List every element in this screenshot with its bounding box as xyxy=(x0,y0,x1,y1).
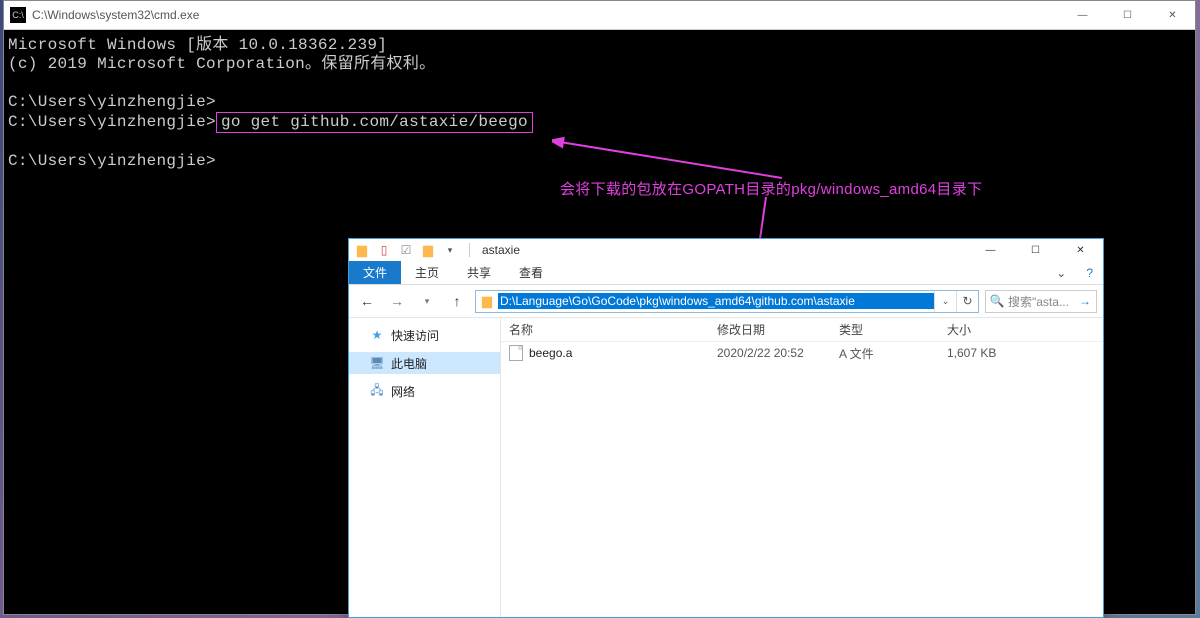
separator xyxy=(469,243,470,257)
file-name: beego.a xyxy=(529,346,572,360)
recent-dropdown[interactable]: ▾ xyxy=(415,296,439,307)
search-go-icon[interactable]: → xyxy=(1074,294,1096,308)
ribbon-share-tab[interactable]: 共享 xyxy=(453,261,505,284)
quick-access-toolbar: ▆ ▯ ☑ ▆ ▾ xyxy=(349,242,463,258)
cmd-prompt: C:\Users\yinzhengjie> xyxy=(8,152,1191,171)
explorer-title: astaxie xyxy=(482,243,520,257)
ribbon-file-tab[interactable]: 文件 xyxy=(349,261,401,284)
sidebar: ★ 快速访问 🖥 此电脑 🖧 网络 xyxy=(349,318,501,617)
explorer-window: ▆ ▯ ☑ ▆ ▾ astaxie — ☐ ✕ 文件 主页 共享 查看 ⌄ ? … xyxy=(348,238,1104,618)
sidebar-this-pc[interactable]: 🖥 此电脑 xyxy=(349,352,500,374)
search-icon: 🔍 xyxy=(986,294,1008,308)
search-placeholder: 搜索"asta... xyxy=(1008,293,1074,310)
file-size: 1,607 KB xyxy=(939,346,1039,360)
highlighted-command: go get github.com/astaxie/beego xyxy=(216,112,533,133)
col-size[interactable]: 大小 xyxy=(939,321,1039,338)
cmd-title: C:\Windows\system32\cmd.exe xyxy=(32,8,1060,22)
nav-row: ← → ▾ ↑ ▆ D:\Language\Go\GoCode\pkg\wind… xyxy=(349,285,1103,317)
sidebar-network[interactable]: 🖧 网络 xyxy=(349,380,500,402)
folder-icon: ▆ xyxy=(419,242,437,258)
file-row[interactable]: beego.a 2020/2/22 20:52 A 文件 1,607 KB xyxy=(501,342,1103,364)
file-date: 2020/2/22 20:52 xyxy=(709,346,831,360)
file-icon xyxy=(509,345,523,361)
pc-icon: 🖥 xyxy=(369,356,385,370)
star-icon: ★ xyxy=(369,328,385,342)
back-button[interactable]: ← xyxy=(355,293,379,309)
cmd-window-controls: — ☐ ✕ xyxy=(1060,1,1195,29)
refresh-icon[interactable]: ↻ xyxy=(956,291,978,312)
col-date[interactable]: 修改日期 xyxy=(709,321,831,338)
cmd-output-line: (c) 2019 Microsoft Corporation。保留所有权利。 xyxy=(8,55,1191,74)
column-headers: 名称 修改日期 类型 大小 xyxy=(501,318,1103,342)
ribbon-help-icon[interactable]: ? xyxy=(1076,261,1103,284)
forward-button[interactable]: → xyxy=(385,293,409,309)
close-button[interactable]: ✕ xyxy=(1058,239,1103,261)
address-bar[interactable]: ▆ D:\Language\Go\GoCode\pkg\windows_amd6… xyxy=(475,290,979,313)
qat-dropdown[interactable]: ▾ xyxy=(441,245,459,256)
col-name[interactable]: 名称 xyxy=(501,321,709,338)
annotation-text: 会将下载的包放在GOPATH目录的pkg/windows_amd64目录下 xyxy=(560,180,982,199)
sidebar-label: 网络 xyxy=(391,383,415,400)
network-icon: 🖧 xyxy=(369,381,385,402)
qat-item[interactable]: ▯ xyxy=(375,243,393,257)
maximize-button[interactable]: ☐ xyxy=(1013,239,1058,261)
explorer-titlebar[interactable]: ▆ ▯ ☑ ▆ ▾ astaxie — ☐ ✕ xyxy=(349,239,1103,261)
sidebar-label: 快速访问 xyxy=(391,327,439,344)
minimize-button[interactable]: — xyxy=(968,239,1013,261)
search-box[interactable]: 🔍 搜索"asta... → xyxy=(985,290,1097,313)
sidebar-quick-access[interactable]: ★ 快速访问 xyxy=(349,324,500,346)
maximize-button[interactable]: ☐ xyxy=(1105,1,1150,29)
sidebar-label: 此电脑 xyxy=(391,355,427,372)
explorer-window-controls: — ☐ ✕ xyxy=(968,239,1103,261)
cmd-prompt: C:\Users\yinzhengjie> xyxy=(8,113,216,131)
cmd-icon: C:\ xyxy=(10,7,26,23)
cmd-prompt: C:\Users\yinzhengjie> xyxy=(8,93,1191,112)
file-pane[interactable]: 名称 修改日期 类型 大小 beego.a 2020/2/22 20:52 A … xyxy=(501,318,1103,617)
minimize-button[interactable]: — xyxy=(1060,1,1105,29)
ribbon: 文件 主页 共享 查看 ⌄ ? xyxy=(349,261,1103,285)
address-path[interactable]: D:\Language\Go\GoCode\pkg\windows_amd64\… xyxy=(498,293,934,309)
col-type[interactable]: 类型 xyxy=(831,321,939,338)
close-button[interactable]: ✕ xyxy=(1150,1,1195,29)
qat-item[interactable]: ☑ xyxy=(397,243,415,257)
ribbon-expand-icon[interactable]: ⌄ xyxy=(1046,261,1076,284)
folder-icon: ▆ xyxy=(353,242,371,258)
up-button[interactable]: ↑ xyxy=(445,293,469,309)
explorer-body: ★ 快速访问 🖥 此电脑 🖧 网络 名称 修改日期 类型 大小 xyxy=(349,317,1103,617)
cmd-titlebar[interactable]: C:\ C:\Windows\system32\cmd.exe — ☐ ✕ xyxy=(4,1,1195,30)
cmd-command-line: C:\Users\yinzhengjie>go get github.com/a… xyxy=(8,112,1191,133)
folder-icon: ▆ xyxy=(476,293,498,309)
ribbon-home-tab[interactable]: 主页 xyxy=(401,261,453,284)
ribbon-view-tab[interactable]: 查看 xyxy=(505,261,557,284)
address-dropdown-icon[interactable]: ⌄ xyxy=(934,291,956,312)
file-type: A 文件 xyxy=(831,345,939,362)
cmd-output-line: Microsoft Windows [版本 10.0.18362.239] xyxy=(8,36,1191,55)
